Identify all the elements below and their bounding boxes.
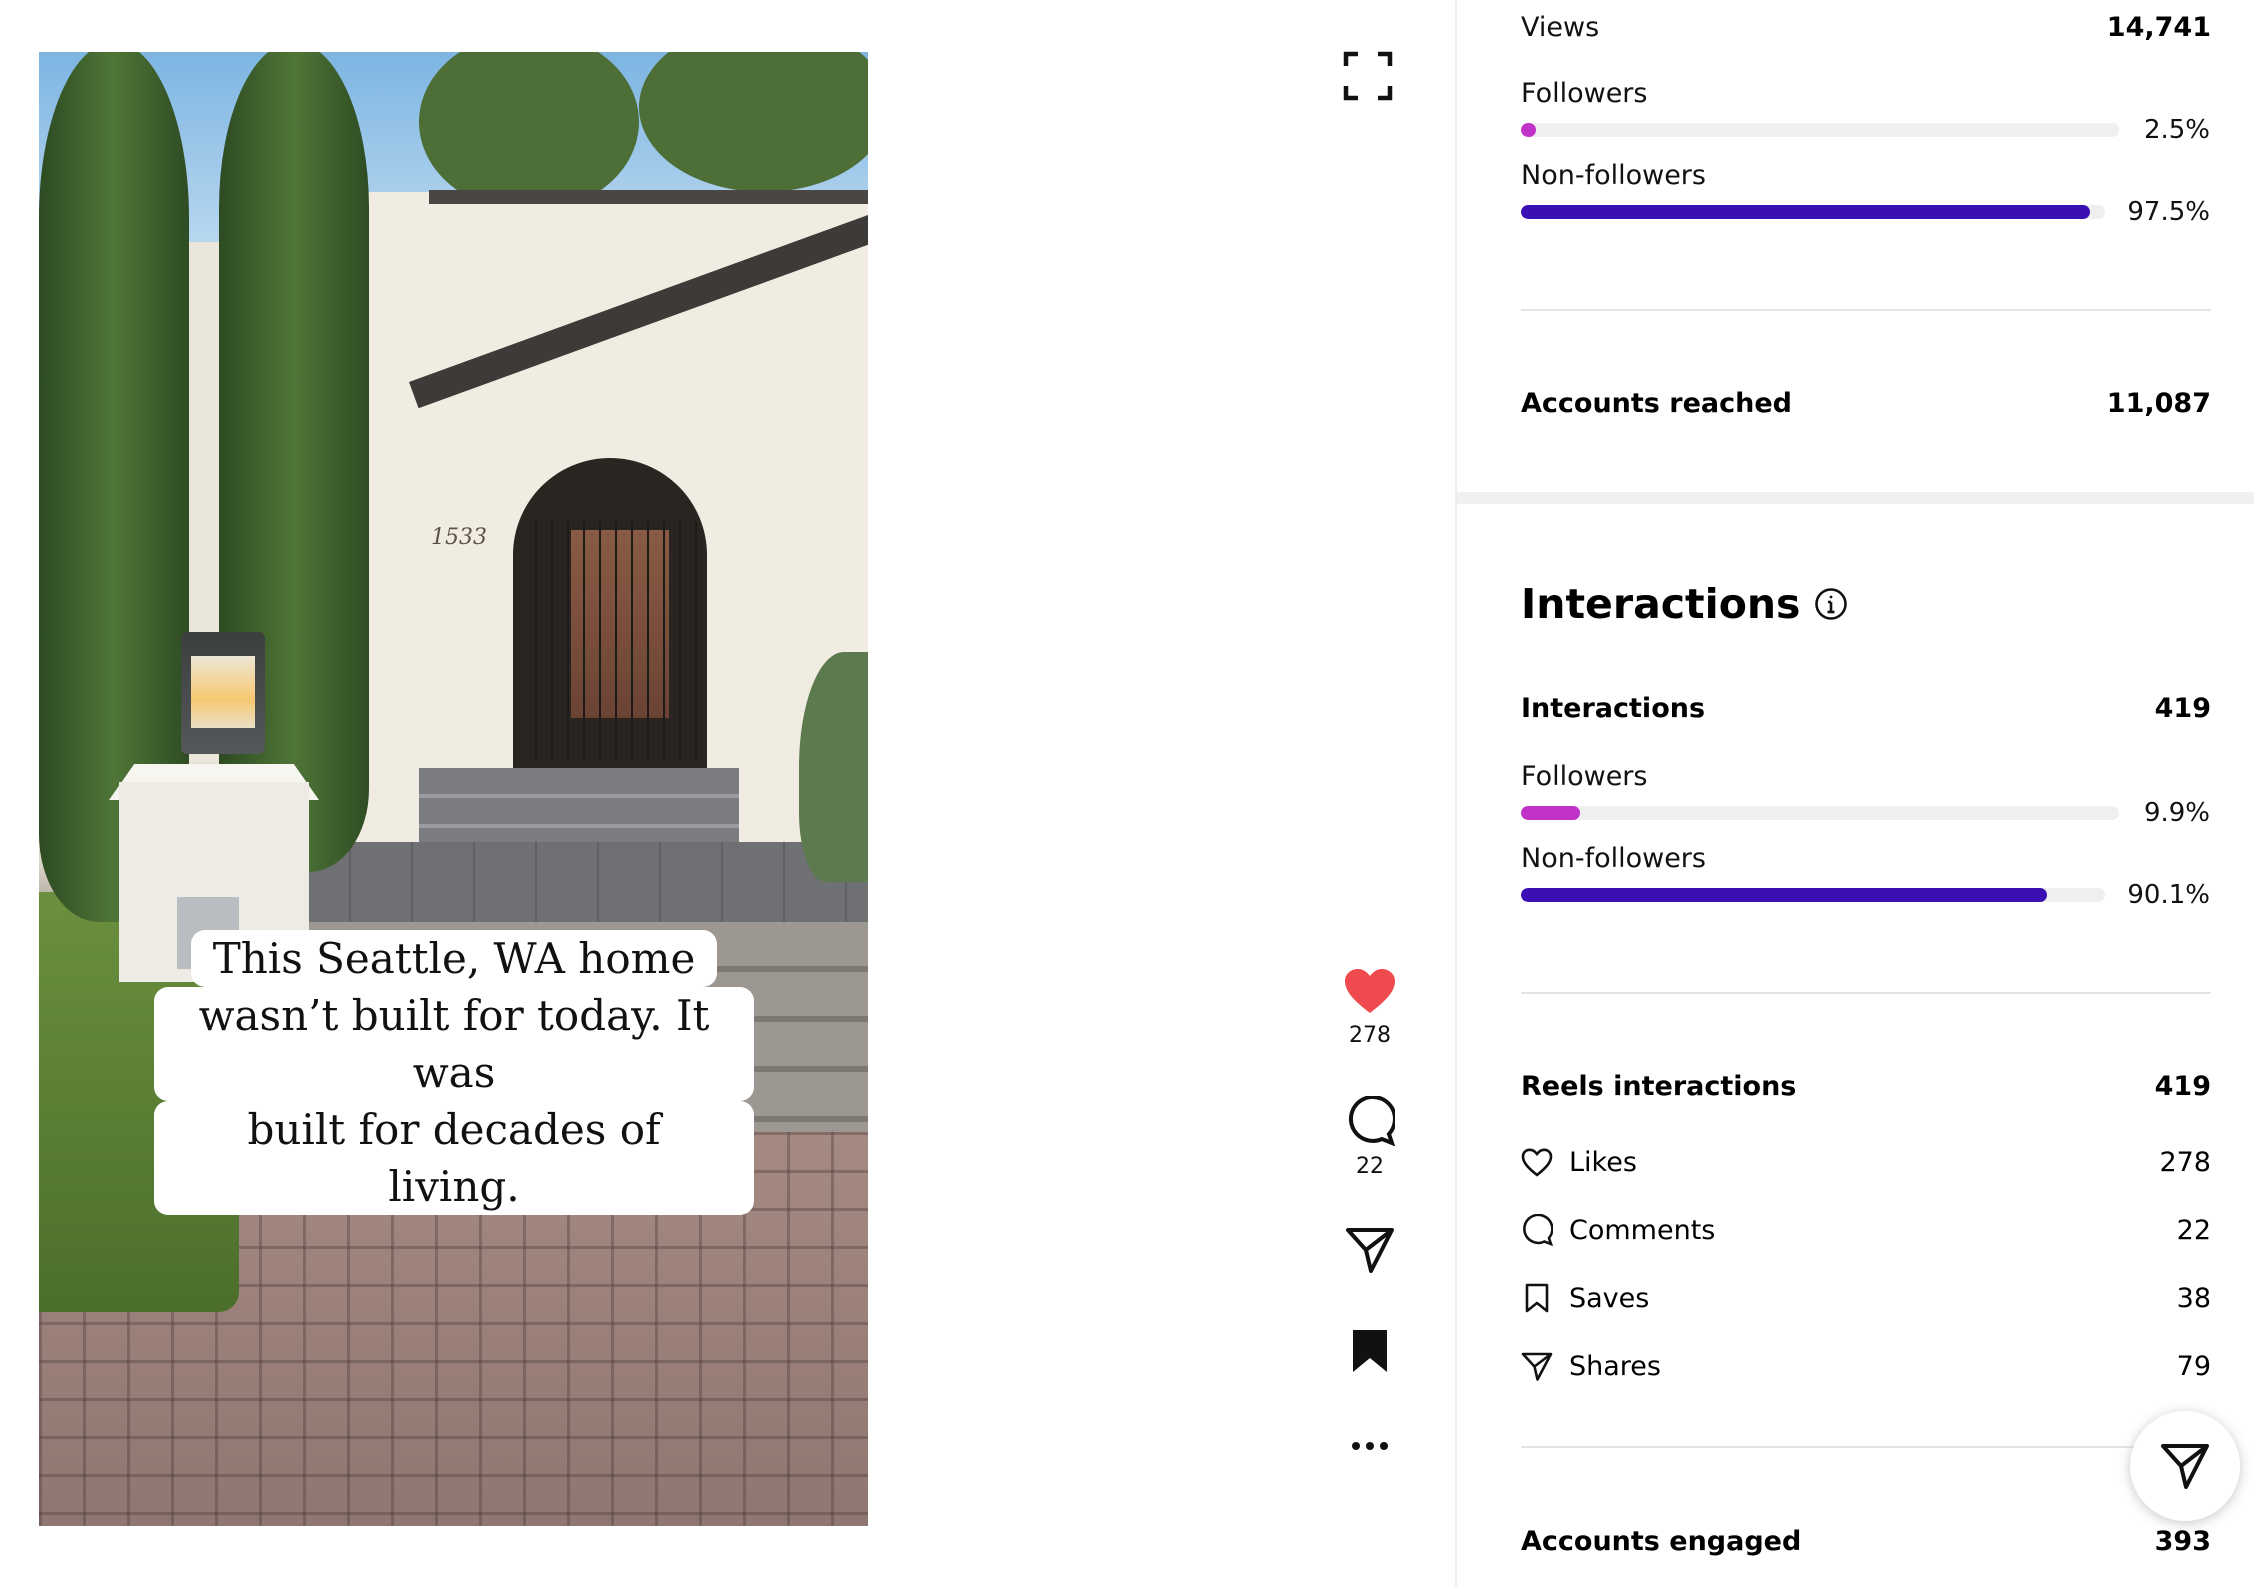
interactions-followers-pct: 9.9% xyxy=(2143,798,2210,828)
likes-row: Likes 278 xyxy=(1521,1144,2211,1180)
interactions-nonfollowers-bar xyxy=(1521,888,2105,902)
comment-count: 22 xyxy=(1356,1154,1384,1179)
views-nonfollowers-bar-fill xyxy=(1521,205,2091,219)
panel-divider xyxy=(1455,0,1457,1586)
interactions-heading: Interactions xyxy=(1521,580,1848,628)
divider xyxy=(1521,992,2211,994)
views-nonfollowers-label: Non-followers xyxy=(1521,160,1706,191)
like-button[interactable]: 278 xyxy=(1335,967,1405,1048)
divider xyxy=(1521,309,2211,311)
accounts-engaged-row: Accounts engaged 393 xyxy=(1521,1523,2211,1559)
save-button[interactable] xyxy=(1350,1328,1390,1374)
saves-label: Saves xyxy=(1569,1282,1650,1314)
caption-line: This Seattle, WA home xyxy=(190,930,718,987)
iron-gate xyxy=(521,522,697,762)
more-options-button[interactable] xyxy=(1345,1440,1395,1452)
interactions-label: Interactions xyxy=(1521,692,1706,724)
interactions-value: 419 xyxy=(2154,692,2211,724)
fullscreen-icon[interactable] xyxy=(1343,51,1393,101)
comment-button[interactable]: 22 xyxy=(1335,1096,1405,1179)
bookmark-outline-icon xyxy=(1525,1283,1549,1313)
shares-label: Shares xyxy=(1569,1350,1661,1382)
bookmark-filled-icon xyxy=(1353,1330,1387,1372)
comments-label: Comments xyxy=(1569,1214,1716,1246)
views-nonfollowers-pct: 97.5% xyxy=(2127,197,2210,227)
views-followers-label: Followers xyxy=(1521,78,1648,109)
views-followers-bar xyxy=(1521,123,2119,137)
heart-filled-icon xyxy=(1345,969,1395,1013)
accounts-engaged-value: 393 xyxy=(2154,1525,2211,1557)
views-followers-pct: 2.5% xyxy=(2143,115,2210,145)
comments-value: 22 xyxy=(2176,1214,2211,1246)
interactions-row: Interactions 419 xyxy=(1521,690,2211,726)
interactions-nonfollowers-pct: 90.1% xyxy=(2127,880,2210,910)
video-caption: This Seattle, WA home wasn’t built for t… xyxy=(154,930,754,1215)
views-row: Views 14,741 xyxy=(1521,9,2211,45)
saves-row: Saves 38 xyxy=(1521,1280,2211,1316)
heart-outline-icon xyxy=(1521,1147,1553,1177)
interactions-nonfollowers-bar-fill xyxy=(1521,888,2048,902)
interactions-followers-bar xyxy=(1521,806,2119,820)
caption-line: built for decades of living. xyxy=(154,1101,754,1215)
roof-edge xyxy=(429,190,868,204)
floating-share-button[interactable] xyxy=(2130,1411,2240,1521)
views-label: Views xyxy=(1521,11,1600,43)
views-nonfollowers-bar xyxy=(1521,205,2105,219)
accounts-reached-value: 11,087 xyxy=(2106,387,2211,419)
interactions-followers-label: Followers xyxy=(1521,761,1648,792)
house-number: 1533 xyxy=(431,525,487,550)
comment-icon xyxy=(1349,1096,1395,1146)
send-icon xyxy=(1346,1228,1394,1273)
saves-value: 38 xyxy=(2176,1282,2211,1314)
interactions-title: Interactions xyxy=(1521,580,1801,628)
likes-label: Likes xyxy=(1569,1146,1637,1178)
section-separator xyxy=(1457,492,2254,504)
reels-interactions-row: Reels interactions 419 xyxy=(1521,1068,2211,1104)
interactions-nonfollowers-label: Non-followers xyxy=(1521,843,1706,874)
reel-video-preview[interactable]: 1533 This Seattle, WA home wasn’t built … xyxy=(39,52,868,1526)
lantern-glass xyxy=(191,656,255,728)
reels-interactions-value: 419 xyxy=(2154,1070,2211,1102)
divider xyxy=(1521,1446,2211,1448)
like-count: 278 xyxy=(1349,1023,1391,1048)
likes-value: 278 xyxy=(2159,1146,2211,1178)
caption-line: wasn’t built for today. It was xyxy=(154,987,754,1101)
accounts-engaged-label: Accounts engaged xyxy=(1521,1525,1802,1557)
send-icon xyxy=(2161,1444,2209,1489)
info-icon[interactable] xyxy=(1814,587,1848,621)
comments-row: Comments 22 xyxy=(1521,1212,2211,1248)
more-horizontal-icon xyxy=(1352,1442,1388,1450)
reels-interactions-label: Reels interactions xyxy=(1521,1070,1797,1102)
accounts-reached-label: Accounts reached xyxy=(1521,387,1792,419)
interactions-followers-bar-fill xyxy=(1521,806,1581,820)
share-button[interactable] xyxy=(1345,1225,1395,1275)
comment-outline-icon xyxy=(1523,1214,1553,1246)
views-value: 14,741 xyxy=(2106,11,2211,43)
views-followers-bar-fill xyxy=(1521,123,1536,137)
send-outline-icon xyxy=(1521,1352,1553,1381)
accounts-reached-row: Accounts reached 11,087 xyxy=(1521,385,2211,421)
shares-value: 79 xyxy=(2176,1350,2211,1382)
shares-row: Shares 79 xyxy=(1521,1348,2211,1384)
